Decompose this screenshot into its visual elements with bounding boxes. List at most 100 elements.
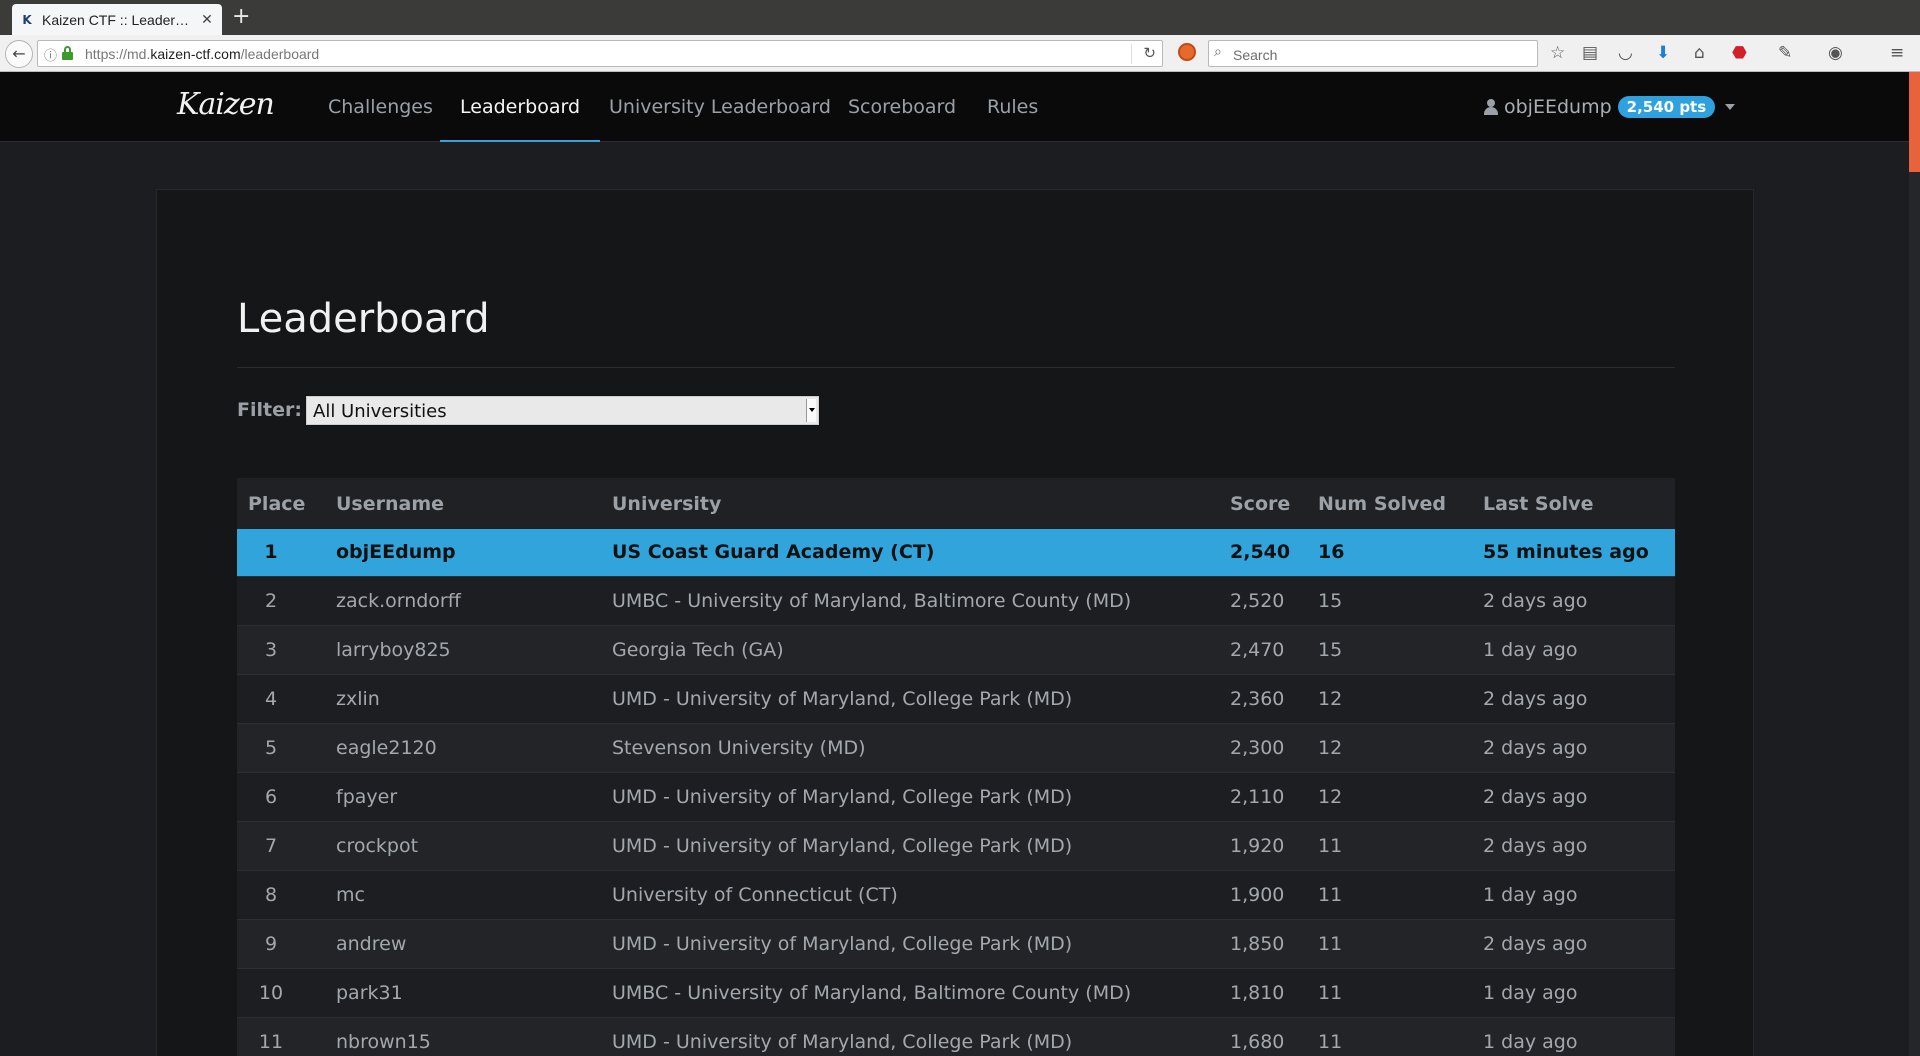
cell-score: 2,540 [1230, 541, 1291, 564]
cell-num-solved: 12 [1307, 722, 1472, 772]
bookmark-star-icon[interactable]: ☆ [1550, 43, 1565, 63]
extension-2-icon[interactable]: ✎ [1778, 43, 1792, 63]
pocket-icon[interactable]: ◡ [1618, 43, 1633, 63]
cell-last-solve: 2 days ago [1472, 771, 1675, 821]
cell-username[interactable]: eagle2120 [325, 722, 601, 772]
col-place[interactable]: Place [237, 478, 325, 529]
cell-university: UMD - University of Maryland, College Pa… [601, 820, 1219, 870]
col-username[interactable]: Username [325, 478, 601, 529]
page-title: Leaderboard [237, 296, 490, 342]
filter-selected-value: All Universities [313, 401, 447, 422]
leaderboard-table: Place Username University Score Num Solv… [237, 478, 1675, 1056]
cell-last-solve: 1 day ago [1472, 1016, 1675, 1056]
cell-last-solve: 1 day ago [1472, 869, 1675, 919]
cell-score: 1,680 [1219, 1016, 1307, 1056]
cell-username[interactable]: nbrown15 [325, 1016, 601, 1056]
cell-place: 11 [237, 1016, 325, 1056]
table-row: 8 mc University of Connecticut (CT) 1,900 11… [237, 869, 1675, 919]
menu-icon[interactable]: ≡ [1890, 43, 1904, 63]
info-icon[interactable]: ⓘ [44, 45, 57, 64]
cell-username[interactable]: objEEdump [325, 529, 601, 576]
extension-icon[interactable] [1178, 43, 1196, 61]
cell-last-solve: 55 minutes ago [1483, 541, 1649, 564]
table-row: 10 park31 UMBC - University of Maryland, B… [237, 967, 1675, 1017]
table-row: 11 nbrown15 UMD - University of Maryland, … [237, 1016, 1675, 1056]
table-row: 2 zack.orndorff UMBC - University of Maryl… [237, 575, 1675, 625]
new-tab-icon[interactable]: + [232, 6, 250, 28]
cell-score: 2,360 [1219, 673, 1307, 723]
address-bar[interactable]: ⓘ https://md.kaizen-ctf.com/leaderboard … [37, 40, 1163, 67]
cell-university: UMBC - University of Maryland, Baltimore… [601, 967, 1219, 1017]
url-text[interactable]: https://md.kaizen-ctf.com/leaderboard [85, 46, 319, 62]
cell-num-solved: 11 [1307, 918, 1472, 968]
nav-leaderboard[interactable]: Leaderboard [440, 72, 601, 142]
dropdown-arrow-icon[interactable] [806, 399, 816, 422]
cell-username[interactable]: zxlin [325, 673, 601, 723]
cell-num-solved: 12 [1307, 673, 1472, 723]
adblock-icon[interactable]: ⬣ [1732, 43, 1747, 63]
nav-university-leaderboard[interactable]: University Leaderboard [609, 72, 831, 142]
cell-last-solve: 2 days ago [1472, 673, 1675, 723]
cell-place: 1 [264, 541, 278, 564]
points-badge: 2,540 pts [1617, 96, 1716, 118]
cell-score: 2,520 [1219, 575, 1307, 625]
cell-num-solved: 16 [1318, 541, 1345, 564]
cell-university: University of Connecticut (CT) [601, 869, 1219, 919]
browser-search-input[interactable]: ⌕ Search [1208, 40, 1538, 67]
back-button[interactable]: ← [5, 40, 33, 68]
col-num-solved[interactable]: Num Solved [1307, 478, 1472, 529]
user-menu[interactable]: objEEdump 2,540 pts [1484, 72, 1736, 142]
university-filter-select[interactable]: All Universities [305, 395, 820, 426]
page-scrollbar[interactable] [1909, 72, 1920, 1056]
cell-place: 8 [237, 869, 325, 919]
cell-place: 10 [237, 967, 325, 1017]
cell-university: UMD - University of Maryland, College Pa… [601, 1016, 1219, 1056]
nav-scoreboard[interactable]: Scoreboard [848, 72, 956, 142]
col-last-solve[interactable]: Last Solve [1472, 478, 1675, 529]
cell-num-solved: 15 [1307, 624, 1472, 674]
table-row: 4 zxlin UMD - University of Maryland, Coll… [237, 673, 1675, 723]
browser-tab[interactable]: K Kaizen CTF :: Leader… ✕ [12, 4, 222, 35]
cell-university: UMBC - University of Maryland, Baltimore… [601, 575, 1219, 625]
cell-place: 5 [237, 722, 325, 772]
table-row: 9 andrew UMD - University of Maryland, Col… [237, 918, 1675, 968]
lock-icon[interactable] [62, 46, 73, 60]
search-icon: ⌕ [1214, 44, 1222, 60]
col-university[interactable]: University [601, 478, 1219, 529]
cell-last-solve: 2 days ago [1472, 918, 1675, 968]
cell-score: 2,470 [1219, 624, 1307, 674]
kaizen-logo[interactable]: Kaizen [177, 87, 275, 122]
chevron-down-icon [1725, 104, 1736, 110]
table-header-row: Place Username University Score Num Solv… [237, 478, 1675, 529]
cell-last-solve: 2 days ago [1472, 575, 1675, 625]
cell-university: UMD - University of Maryland, College Pa… [601, 771, 1219, 821]
table-row: 3 larryboy825 Georgia Tech (GA) 2,470 15 1 da… [237, 624, 1675, 674]
cell-place: 4 [237, 673, 325, 723]
extension-3-icon[interactable]: ◉ [1828, 43, 1843, 63]
col-score[interactable]: Score [1219, 478, 1307, 529]
cell-username[interactable]: park31 [325, 967, 601, 1017]
cell-university: UMD - University of Maryland, College Pa… [601, 673, 1219, 723]
reading-list-icon[interactable]: ▤ [1582, 43, 1598, 63]
nav-rules[interactable]: Rules [987, 72, 1038, 142]
cell-username[interactable]: crockpot [325, 820, 601, 870]
cell-username[interactable]: larryboy825 [325, 624, 601, 674]
cell-username[interactable]: andrew [325, 918, 601, 968]
cell-score: 2,110 [1219, 771, 1307, 821]
cell-num-solved: 11 [1307, 820, 1472, 870]
cell-username[interactable]: fpayer [325, 771, 601, 821]
home-icon[interactable]: ⌂ [1694, 43, 1705, 63]
cell-university: Georgia Tech (GA) [601, 624, 1219, 674]
cell-username[interactable]: mc [325, 869, 601, 919]
downloads-icon[interactable]: ⬇ [1656, 43, 1670, 63]
scrollbar-thumb[interactable] [1909, 72, 1920, 172]
cell-last-solve: 1 day ago [1472, 624, 1675, 674]
nav-challenges[interactable]: Challenges [328, 72, 433, 142]
cell-username[interactable]: zack.orndorff [325, 575, 601, 625]
close-tab-icon[interactable]: ✕ [200, 12, 214, 28]
cell-score: 1,850 [1219, 918, 1307, 968]
tab-title: Kaizen CTF :: Leader… [42, 11, 190, 28]
kaizen-favicon-icon: K [22, 12, 32, 27]
reload-icon[interactable]: ↻ [1143, 44, 1156, 62]
cell-num-solved: 11 [1307, 1016, 1472, 1056]
